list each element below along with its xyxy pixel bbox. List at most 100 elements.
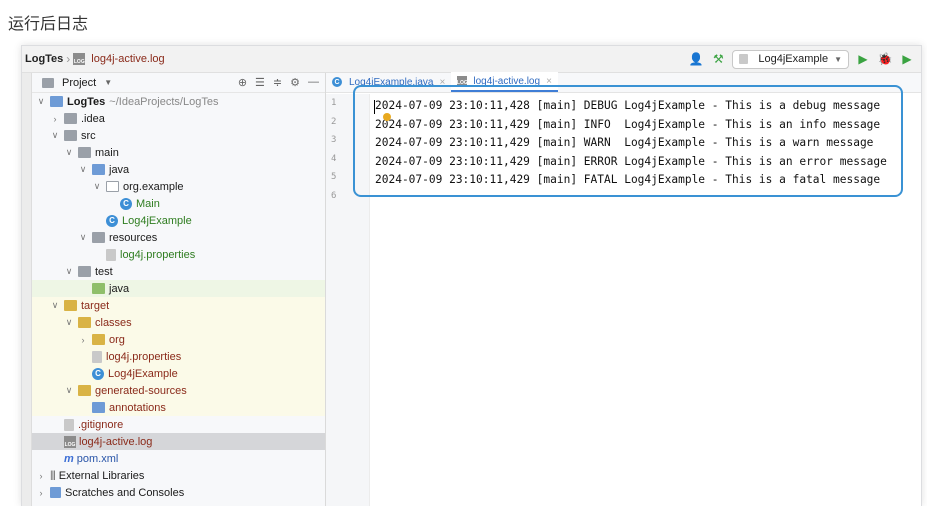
tree-item-label: Main [136, 197, 160, 210]
close-icon[interactable]: × [440, 77, 446, 88]
line-number: 4 [331, 153, 337, 164]
tree-item-label: log4j-active.log [79, 435, 153, 448]
breadcrumb-file[interactable]: LOG log4j-active.log [73, 53, 165, 65]
folder-icon [78, 266, 91, 277]
run-configuration-select[interactable]: Log4jExample ▼ [732, 49, 849, 69]
tree-item-external-libraries[interactable]: › ||| External Libraries [32, 467, 325, 484]
log-line[interactable]: 2024-07-09 23:10:11,429 [main] WARN Log4… [375, 134, 887, 153]
tree-item-test-java[interactable]: java [32, 280, 325, 297]
coverage-icon[interactable]: ▶ [899, 51, 915, 67]
tree-item-log4j-active-log[interactable]: LOG log4j-active.log [32, 433, 325, 450]
log-file-icon: LOG [457, 76, 468, 86]
collapse-all-icon[interactable]: ≑ [273, 76, 282, 89]
page-caption: 运行后日志 [8, 14, 89, 33]
tree-item-resources[interactable]: ∨ resources [32, 229, 325, 246]
chevron-down-icon[interactable]: ∨ [64, 266, 74, 277]
log-line[interactable]: 2024-07-09 23:10:11,429 [main] FATAL Log… [375, 171, 887, 190]
gear-icon[interactable]: ⚙ [290, 76, 300, 89]
tree-item-classes[interactable]: ∨ classes [32, 314, 325, 331]
chevron-down-icon[interactable]: ∨ [50, 130, 60, 141]
tree-item-label: target [81, 299, 110, 312]
project-folder-icon [50, 96, 63, 107]
tree-item-label: Scratches and Consoles [65, 486, 185, 499]
tool-window-strip[interactable] [22, 73, 32, 506]
build-hammer-icon[interactable]: ⚒ [710, 51, 726, 67]
tree-item-idea[interactable]: › .idea [32, 110, 325, 127]
tree-item-label: log4j.properties [106, 350, 182, 363]
log-line[interactable]: 2024-07-09 23:10:11,429 [main] INFO Log4… [375, 116, 887, 135]
tree-item-gitignore[interactable]: .gitignore [32, 416, 325, 433]
project-panel: Project ▼ ⊕ ☰ ≑ ⚙ — ∨ LogTes ~/IdeaProje… [32, 73, 326, 506]
chevron-down-icon[interactable]: ∨ [64, 317, 74, 328]
chevron-right-icon[interactable]: › [78, 335, 88, 345]
chevron-down-icon[interactable]: ∨ [50, 300, 60, 311]
chevron-down-icon[interactable]: ∨ [78, 164, 88, 175]
chevron-down-icon[interactable]: ∨ [64, 147, 74, 158]
log-line[interactable]: 2024-07-09 23:10:11,429 [main] ERROR Log… [375, 153, 887, 172]
close-icon[interactable]: × [546, 76, 552, 87]
chevron-down-icon[interactable]: ∨ [92, 181, 102, 192]
line-number: 3 [331, 135, 337, 145]
breadcrumb-project[interactable]: LogTes [25, 53, 63, 65]
project-panel-title[interactable]: Project [62, 77, 96, 89]
debug-icon[interactable]: 🐞 [877, 51, 893, 67]
chevron-down-icon[interactable]: ∨ [78, 232, 88, 243]
tab-log4jexample-java[interactable]: C Log4jExample.java × [326, 72, 451, 92]
run-icon[interactable]: ▶ [855, 51, 871, 67]
excluded-folder-icon [64, 300, 77, 311]
chevron-right-icon[interactable]: › [50, 114, 60, 124]
tree-item-target-log4j-properties[interactable]: log4j.properties [32, 348, 325, 365]
tree-item-log4j-properties[interactable]: log4j.properties [32, 246, 325, 263]
tree-item-test[interactable]: ∨ test [32, 263, 325, 280]
tree-item-scratches[interactable]: › Scratches and Consoles [32, 484, 325, 501]
package-icon [106, 181, 119, 192]
gitignore-file-icon [64, 418, 74, 431]
excluded-folder-icon [78, 385, 91, 396]
tab-log4j-active-log[interactable]: LOG log4j-active.log × [451, 72, 558, 92]
log-line[interactable]: 2024-07-09 23:10:11,428 [main] DEBUG Log… [375, 97, 887, 116]
tree-item-org[interactable]: › org [32, 331, 325, 348]
tree-item-main-class[interactable]: C Main [32, 195, 325, 212]
tree-item-org-example[interactable]: ∨ org.example [32, 178, 325, 195]
tree-item-label: main [95, 146, 119, 159]
chevron-right-icon[interactable]: › [36, 488, 46, 498]
code-area[interactable]: 2024-07-09 23:10:11,428 [main] DEBUG Log… [375, 97, 887, 190]
tree-item-pom-xml[interactable]: m pom.xml [32, 450, 325, 467]
tab-label: Log4jExample.java [349, 76, 434, 88]
tree-item-label: generated-sources [95, 384, 187, 397]
chevron-down-icon[interactable]: ∨ [64, 385, 74, 396]
tree-item-main[interactable]: ∨ main [32, 144, 325, 161]
tree-item-label: .gitignore [78, 418, 124, 431]
expand-all-icon[interactable]: ☰ [255, 76, 265, 89]
hide-icon[interactable]: — [308, 76, 319, 89]
breadcrumb-separator-icon: › [66, 52, 71, 66]
tree-item-java[interactable]: ∨ java [32, 161, 325, 178]
project-panel-header: Project ▼ ⊕ ☰ ≑ ⚙ — [32, 73, 325, 93]
tree-item-label: pom.xml [76, 452, 119, 465]
chevron-down-icon[interactable]: ∨ [36, 96, 46, 107]
tree-item-label: Log4jExample [108, 367, 178, 380]
tree-item-label: log4j.properties [120, 248, 196, 261]
generated-folder-icon [92, 402, 105, 413]
user-icon[interactable]: 👤 [688, 51, 704, 67]
locate-icon[interactable]: ⊕ [238, 76, 247, 89]
chevron-right-icon[interactable]: › [36, 471, 46, 481]
tree-item-label: java [109, 282, 130, 295]
properties-file-icon [106, 248, 116, 261]
navigation-bar: LogTes › LOG log4j-active.log 👤 ⚒ Log4jE… [22, 46, 921, 73]
tree-item-generated-sources[interactable]: ∨ generated-sources [32, 382, 325, 399]
run-config-file-icon [739, 54, 749, 64]
tree-item-target-log4jexample[interactable]: C Log4jExample [32, 365, 325, 382]
tree-item-logtes[interactable]: ∨ LogTes ~/IdeaProjects/LogTes [32, 93, 325, 110]
excluded-folder-icon [92, 334, 105, 345]
tree-item-annotations[interactable]: annotations [32, 399, 325, 416]
source-folder-icon [92, 164, 105, 175]
intention-bulb-icon[interactable] [383, 113, 391, 121]
tree-item-src[interactable]: ∨ src [32, 127, 325, 144]
chevron-down-icon[interactable]: ▼ [104, 78, 112, 87]
tree-item-log4jexample-class[interactable]: C Log4jExample [32, 212, 325, 229]
class-icon: C [92, 367, 104, 380]
tree-item-target[interactable]: ∨ target [32, 297, 325, 314]
class-icon: C [106, 214, 118, 227]
editor-panel: C Log4jExample.java × LOG log4j-active.l… [326, 72, 921, 506]
